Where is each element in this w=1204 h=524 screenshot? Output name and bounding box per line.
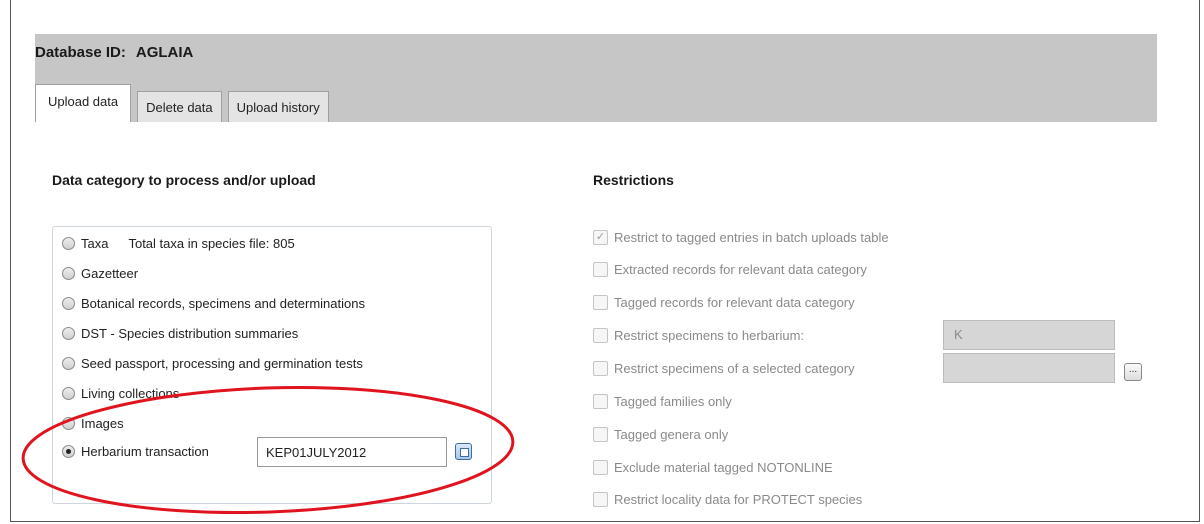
checkbox-label: Restrict locality data for PROTECT speci… xyxy=(614,492,863,507)
checkbox-label: Restrict specimens to herbarium: xyxy=(614,328,805,343)
category-field[interactable] xyxy=(943,353,1115,383)
check-restrict-tagged-entries[interactable]: ✓ Restrict to tagged entries in batch up… xyxy=(593,230,889,245)
checkbox-label: Extracted records for relevant data cate… xyxy=(614,262,867,277)
checkbox[interactable] xyxy=(593,295,608,310)
select-category-button[interactable]: ... xyxy=(1124,363,1142,381)
check-restrict-locality[interactable]: Restrict locality data for PROTECT speci… xyxy=(593,492,862,507)
radio-label: DST - Species distribution summaries xyxy=(81,326,299,341)
checkbox-label: Tagged records for relevant data categor… xyxy=(614,295,855,310)
radio-label: Herbarium transaction xyxy=(81,444,209,459)
total-taxa-text: Total taxa in species file: 805 xyxy=(128,236,295,251)
header-bar: Database ID: AGLAIA Upload data Delete da… xyxy=(35,34,1157,122)
radio-gazetteer[interactable]: Gazetteer xyxy=(62,266,138,281)
radio-label: Images xyxy=(81,416,124,431)
radio-button[interactable] xyxy=(62,237,75,250)
tab-strip: Upload data Delete data Upload history xyxy=(35,84,329,122)
checkbox-label: Tagged families only xyxy=(614,394,732,409)
transaction-input[interactable]: KEP01JULY2012 xyxy=(257,437,447,467)
checkbox[interactable] xyxy=(593,492,608,507)
database-id-value: AGLAIA xyxy=(135,44,194,61)
restrictions-title: Restrictions xyxy=(593,172,674,188)
radio-dst[interactable]: DST - Species distribution summaries xyxy=(62,326,298,341)
radio-label: Living collections xyxy=(81,386,180,401)
radio-button[interactable] xyxy=(62,445,75,458)
radio-button[interactable] xyxy=(62,327,75,340)
checkbox[interactable] xyxy=(593,361,608,376)
check-tagged-families[interactable]: Tagged families only xyxy=(593,394,732,409)
checkbox-label: Restrict specimens of a selected categor… xyxy=(614,361,855,376)
checkbox[interactable] xyxy=(593,262,608,277)
database-id-label: Database ID: AGLAIA xyxy=(35,44,194,61)
radio-label: Gazetteer xyxy=(81,266,139,281)
checkbox[interactable] xyxy=(593,394,608,409)
checkbox-label: Exclude material tagged NOTONLINE xyxy=(614,460,833,475)
tab-upload-data[interactable]: Upload data xyxy=(35,84,132,122)
radio-images[interactable]: Images xyxy=(62,416,124,431)
check-restrict-herbarium[interactable]: Restrict specimens to herbarium: xyxy=(593,328,804,343)
radio-button[interactable] xyxy=(62,267,75,280)
check-exclude-notonline[interactable]: Exclude material tagged NOTONLINE xyxy=(593,460,833,475)
radio-label: Taxa xyxy=(81,236,109,251)
radio-button[interactable] xyxy=(62,417,75,430)
tab-delete-data[interactable]: Delete data xyxy=(137,91,222,122)
browse-transaction-button[interactable] xyxy=(455,443,472,460)
radio-botanical-records[interactable]: Botanical records, specimens and determi… xyxy=(62,296,365,311)
radio-herbarium-transaction[interactable]: Herbarium transaction xyxy=(62,444,209,459)
checkbox[interactable] xyxy=(593,460,608,475)
checkbox-label: Restrict to tagged entries in batch uplo… xyxy=(614,230,889,245)
check-extracted-records[interactable]: Extracted records for relevant data cate… xyxy=(593,262,867,277)
radio-button[interactable] xyxy=(62,387,75,400)
radio-seed-passport[interactable]: Seed passport, processing and germinatio… xyxy=(62,356,363,371)
check-tagged-records[interactable]: Tagged records for relevant data categor… xyxy=(593,295,855,310)
radio-taxa[interactable]: Taxa Total taxa in species file: 805 xyxy=(62,236,295,251)
checkbox[interactable] xyxy=(593,328,608,343)
radio-living-collections[interactable]: Living collections xyxy=(62,386,179,401)
checkbox[interactable]: ✓ xyxy=(593,230,608,245)
tab-upload-history[interactable]: Upload history xyxy=(227,91,329,122)
categories-title: Data category to process and/or upload xyxy=(52,172,316,188)
checkbox-label: Tagged genera only xyxy=(614,427,729,442)
radio-button[interactable] xyxy=(62,357,75,370)
radio-button[interactable] xyxy=(62,297,75,310)
herbarium-field[interactable]: K xyxy=(943,320,1115,350)
check-tagged-genera[interactable]: Tagged genera only xyxy=(593,427,728,442)
radio-label: Seed passport, processing and germinatio… xyxy=(81,356,363,371)
radio-label: Botanical records, specimens and determi… xyxy=(81,296,365,311)
check-restrict-category[interactable]: Restrict specimens of a selected categor… xyxy=(593,361,855,376)
checkbox[interactable] xyxy=(593,427,608,442)
